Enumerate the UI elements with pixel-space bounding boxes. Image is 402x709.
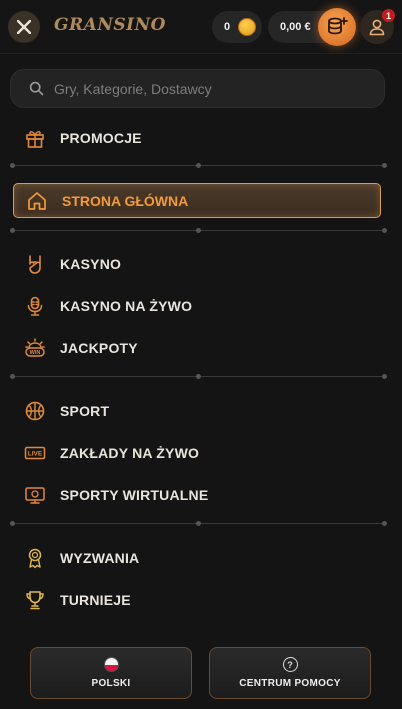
menu-item-virtual-sports[interactable]: SPORTY WIRTUALNE (16, 480, 208, 510)
coin-icon (238, 18, 256, 36)
menu-label-home: STRONA GŁÓWNA (62, 192, 189, 209)
menu-item-sport[interactable]: SPORT (16, 396, 109, 426)
coins-stack-plus-icon (328, 17, 348, 35)
divider (10, 163, 387, 168)
rock-hand-icon (24, 253, 46, 275)
close-menu-button[interactable] (8, 11, 40, 43)
gift-icon (24, 127, 46, 149)
notification-badge: 1 (382, 9, 395, 22)
home-icon (26, 190, 48, 212)
menu-item-live-bets[interactable]: LIVE ZAKŁADY NA ŻYWO (16, 438, 199, 468)
menu-label-virtual-sports: SPORTY WIRTUALNE (60, 487, 209, 503)
menu-label-jackpots: JACKPOTY (60, 340, 138, 356)
coins-pill[interactable]: 0 (212, 11, 262, 43)
divider (10, 521, 387, 526)
divider (10, 228, 387, 233)
language-button[interactable]: POLSKI (30, 647, 192, 699)
poland-flag-icon (103, 657, 119, 672)
divider (10, 374, 387, 379)
top-header: GRANSINO 0 0,00 € 1 (0, 0, 402, 54)
live-icon: LIVE (24, 442, 46, 464)
menu-item-live-casino[interactable]: KASYNO NA ŻYWO (16, 291, 192, 321)
coins-value: 0 (224, 21, 231, 33)
menu-item-challenges[interactable]: WYZWANIA (16, 543, 139, 573)
menu-item-casino[interactable]: KASYNO (16, 249, 121, 279)
logo-text: GRANSINO (54, 15, 166, 35)
menu-label-live-bets: ZAKŁADY NA ŻYWO (60, 445, 200, 461)
search-icon (29, 81, 44, 96)
menu-label-promotions: PROMOCJE (60, 130, 142, 146)
microphone-icon (24, 295, 46, 317)
search-bar[interactable] (10, 69, 385, 108)
help-center-button[interactable]: ? CENTRUM POMOCY (209, 647, 371, 699)
medal-icon (24, 547, 46, 569)
menu-item-tournaments[interactable]: TURNIEJE (16, 585, 131, 615)
menu-item-jackpots[interactable]: WIN JACKPOTY (16, 333, 138, 363)
balance-value: 0,00 € (280, 21, 311, 33)
basketball-icon (24, 400, 46, 422)
menu-label-live-casino: KASYNO NA ŻYWO (60, 298, 193, 314)
jackpot-win-icon: WIN (24, 337, 46, 359)
monitor-ball-icon (24, 484, 46, 506)
trophy-icon (24, 589, 46, 611)
svg-text:LIVE: LIVE (28, 451, 43, 458)
menu-label-tournaments: TURNIEJE (60, 592, 131, 608)
user-icon (369, 19, 385, 36)
language-label: POLSKI (91, 678, 131, 689)
help-center-label: CENTRUM POMOCY (239, 678, 341, 689)
menu-item-promotions[interactable]: PROMOCJE (16, 123, 142, 153)
svg-text:WIN: WIN (30, 350, 41, 356)
menu-label-casino: KASYNO (60, 256, 122, 272)
menu-label-challenges: WYZWANIA (60, 550, 140, 566)
menu-label-sport: SPORT (60, 403, 110, 419)
close-icon (17, 20, 31, 34)
menu-item-home[interactable]: STRONA GŁÓWNA (13, 183, 381, 218)
search-input[interactable] (54, 80, 354, 97)
logo[interactable]: GRANSINO (54, 12, 166, 38)
question-icon: ? (282, 657, 298, 672)
deposit-button[interactable] (318, 8, 356, 46)
